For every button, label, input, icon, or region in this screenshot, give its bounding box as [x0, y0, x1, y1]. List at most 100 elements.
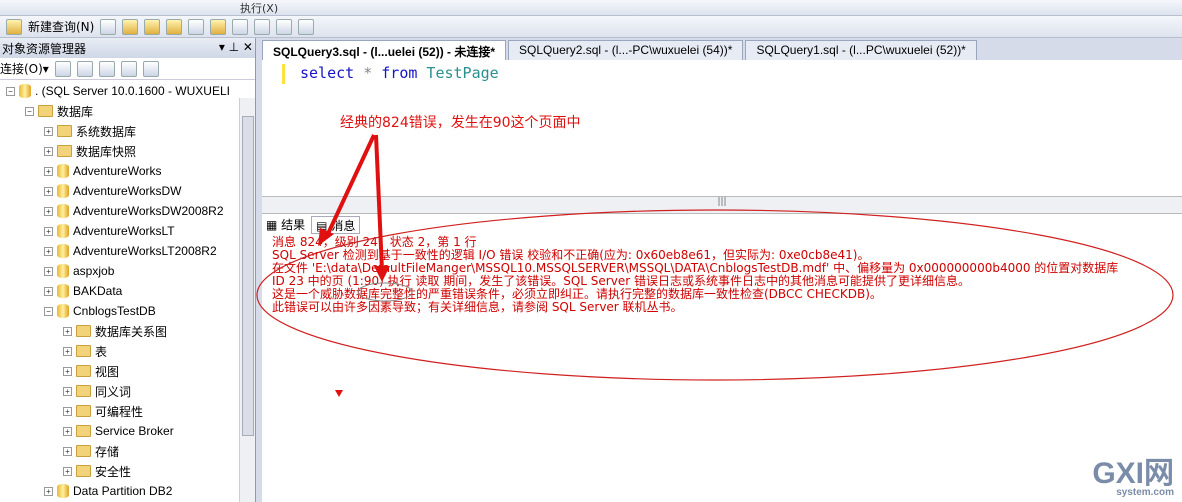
- database-icon: [57, 224, 69, 238]
- new-query-icon: [6, 18, 22, 35]
- tree-node-label: AdventureWorks: [73, 164, 162, 178]
- tree-node-label: 数据库: [57, 104, 94, 119]
- stop-icon[interactable]: [98, 60, 115, 77]
- tab-messages[interactable]: ▤ 消息: [311, 216, 361, 234]
- expand-icon[interactable]: +: [44, 486, 53, 496]
- registered-servers-icon[interactable]: [298, 18, 315, 35]
- database-icon: [57, 204, 69, 218]
- expand-icon[interactable]: +: [44, 126, 53, 136]
- tree-node[interactable]: + Data Partition DB2: [44, 482, 172, 500]
- folder-icon: [57, 125, 72, 137]
- expand-icon[interactable]: +: [63, 446, 72, 456]
- dmx-query-icon[interactable]: [144, 18, 161, 35]
- tree-node-label: . (SQL Server 10.0.1600 - WUXUELI: [35, 84, 230, 98]
- expand-icon[interactable]: +: [44, 146, 53, 156]
- database-icon: [19, 84, 31, 98]
- expand-icon[interactable]: +: [63, 426, 72, 436]
- activity-monitor-icon[interactable]: [276, 18, 293, 35]
- tree-node[interactable]: + 视图: [63, 362, 119, 380]
- tab-query-3[interactable]: SQLQuery1.sql - (l...PC\wuxuelei (52))*: [745, 40, 977, 60]
- expand-icon[interactable]: +: [63, 466, 72, 476]
- tree-node[interactable]: + 可编程性: [63, 402, 143, 420]
- tab-query-2[interactable]: SQLQuery2.sql - (l...-PC\wuxuelei (54))*: [508, 40, 744, 60]
- filter-icon[interactable]: [120, 60, 137, 77]
- expand-icon[interactable]: +: [44, 226, 53, 236]
- expand-icon[interactable]: −: [25, 106, 34, 116]
- database-icon: [57, 184, 69, 198]
- expand-icon[interactable]: +: [63, 366, 72, 376]
- tree-node[interactable]: − CnblogsTestDB: [44, 302, 156, 320]
- tree-node-label: 系统数据库: [76, 124, 137, 139]
- expand-icon[interactable]: +: [63, 326, 72, 336]
- object-explorer: 对象资源管理器 ▾ ⊥ ✕ 连接(O)▾ −. (SQL Server 10.0.…: [0, 38, 256, 502]
- open-icon[interactable]: [210, 18, 227, 35]
- save-icon[interactable]: [232, 18, 249, 35]
- watermark-logo: GXI网 system.com: [1092, 457, 1174, 498]
- expand-icon[interactable]: +: [44, 166, 53, 176]
- tree-node[interactable]: + Service Broker: [63, 422, 174, 440]
- expand-icon[interactable]: −: [6, 86, 15, 96]
- table-name: TestPage: [417, 64, 499, 82]
- expand-icon[interactable]: +: [44, 286, 53, 296]
- keyword-select: select: [300, 64, 355, 82]
- keyword-from: from: [381, 64, 418, 82]
- execute-button[interactable]: 执行(X): [240, 0, 278, 16]
- folder-icon: [76, 345, 91, 357]
- tree-node[interactable]: + BAKData: [44, 282, 122, 300]
- expand-icon[interactable]: +: [63, 406, 72, 416]
- mdx-query-icon[interactable]: [122, 18, 139, 35]
- tree-node[interactable]: + 系统数据库: [44, 122, 136, 140]
- expand-icon[interactable]: +: [63, 346, 72, 356]
- toolbar-sql: 执行(X): [0, 0, 1182, 16]
- tree-node[interactable]: + AdventureWorksLT2008R2: [44, 242, 217, 260]
- disconnect-icon[interactable]: [76, 60, 93, 77]
- tree-node-label: 视图: [95, 364, 120, 379]
- expand-icon[interactable]: +: [44, 186, 53, 196]
- expand-icon[interactable]: +: [44, 206, 53, 216]
- tree-node[interactable]: + aspxjob: [44, 262, 114, 280]
- tree-node[interactable]: + 表: [63, 342, 107, 360]
- messages-pane: 消息 824，级别 24，状态 2，第 1 行 SQL Server 检测到基于一…: [272, 236, 1182, 314]
- expand-icon[interactable]: −: [44, 306, 53, 316]
- folder-icon: [76, 445, 91, 457]
- tree-node[interactable]: + 安全性: [63, 462, 131, 480]
- expand-icon[interactable]: +: [44, 266, 53, 276]
- tree-node[interactable]: + AdventureWorksLT: [44, 222, 175, 240]
- tree-node[interactable]: + AdventureWorksDW2008R2: [44, 202, 224, 220]
- tree-node[interactable]: + 存储: [63, 442, 119, 460]
- folder-icon: [38, 105, 53, 117]
- tree-node[interactable]: − 数据库: [25, 102, 93, 120]
- tab-query-1[interactable]: SQLQuery3.sql - (l...uelei (52)) - 未连接*: [262, 40, 507, 60]
- document-tabs: SQLQuery3.sql - (l...uelei (52)) - 未连接* S…: [262, 38, 1182, 60]
- object-explorer-title: 对象资源管理器: [2, 42, 87, 56]
- sqlce-query-icon[interactable]: [188, 18, 205, 35]
- tree-node-label: 表: [95, 344, 108, 359]
- expand-icon[interactable]: +: [63, 386, 72, 396]
- horizontal-scrollbar[interactable]: |||: [262, 196, 1182, 214]
- connect-icon[interactable]: [54, 60, 71, 77]
- refresh-icon[interactable]: [142, 60, 159, 77]
- folder-icon: [76, 365, 91, 377]
- object-tree: −. (SQL Server 10.0.1600 - WUXUELI − 数据库 + 系…: [0, 80, 255, 500]
- xmla-query-icon[interactable]: [166, 18, 183, 35]
- pin-close-icon[interactable]: ▾ ⊥ ✕: [219, 40, 253, 56]
- tab-results[interactable]: ▦ 结果: [266, 216, 305, 234]
- tree-node[interactable]: + 数据库关系图: [63, 322, 167, 340]
- tree-node-label: 数据库快照: [76, 144, 137, 159]
- message-line: 此错误可以由许多因素导致；有关详细信息，请参阅 SQL Server 联机丛书。: [272, 300, 683, 314]
- tree-node-label: AdventureWorksLT2008R2: [73, 244, 217, 258]
- tree-node[interactable]: + 同义词: [63, 382, 131, 400]
- tree-node[interactable]: + AdventureWorks: [44, 162, 161, 180]
- tree-node[interactable]: + 数据库快照: [44, 142, 136, 160]
- connect-button[interactable]: 连接(O)▾: [0, 60, 49, 77]
- tree-node[interactable]: − . (SQL Server 10.0.1600 - WUXUELI: [6, 82, 230, 100]
- new-query-button[interactable]: 新建查询(N): [28, 18, 94, 35]
- tree-node-label: AdventureWorksDW: [73, 184, 182, 198]
- folder-icon: [76, 465, 91, 477]
- expand-icon[interactable]: +: [44, 246, 53, 256]
- tree-node[interactable]: + AdventureWorksDW: [44, 182, 181, 200]
- database-icon: [57, 264, 69, 278]
- file-icon[interactable]: [100, 18, 117, 35]
- tree-scrollbar[interactable]: [239, 98, 255, 502]
- print-icon[interactable]: [254, 18, 271, 35]
